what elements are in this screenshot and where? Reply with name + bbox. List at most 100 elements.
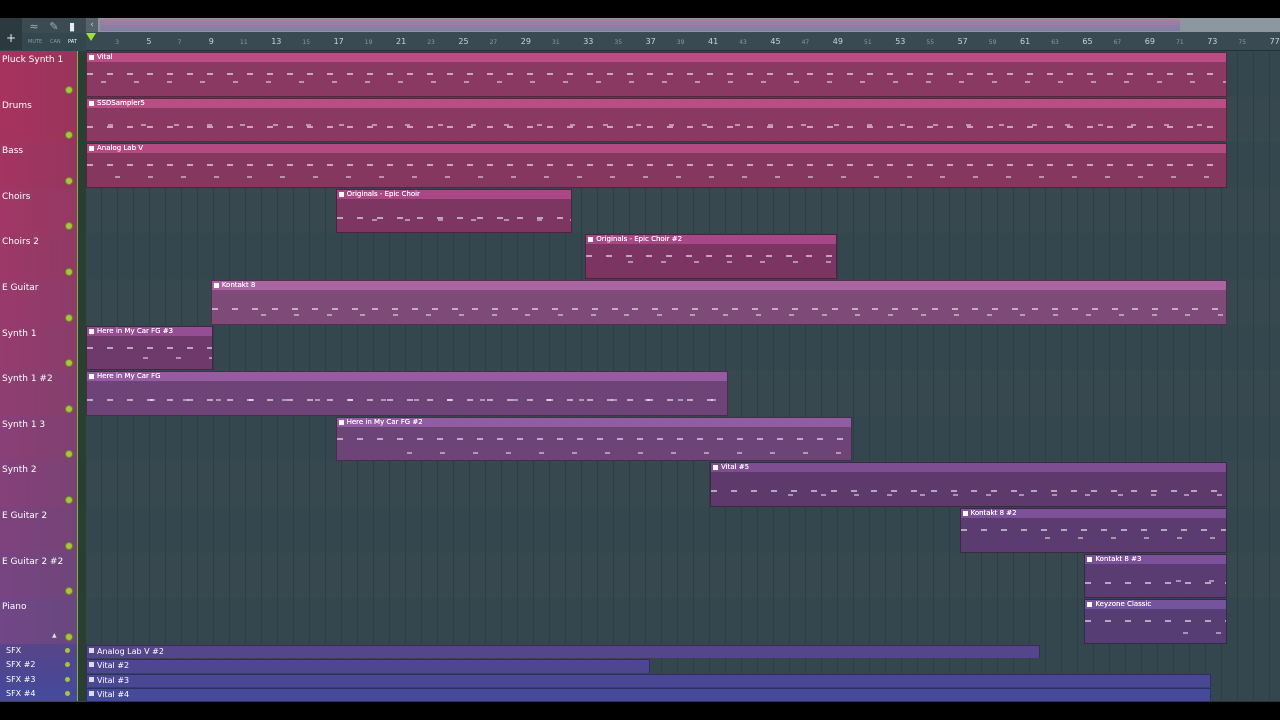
track-strip[interactable] [77,552,86,599]
track-mute-led-icon[interactable] [65,131,73,140]
pattern-clip[interactable]: Here in My Car FG [86,371,728,416]
track-strip[interactable] [77,643,86,659]
track-header[interactable]: Synth 2 [0,461,77,507]
track-header[interactable]: E Guitar 2 [0,507,77,553]
pattern-clip[interactable]: Vital #5 [710,462,1227,507]
track-lane[interactable]: Vital #5 [86,461,1280,508]
track-strip[interactable] [77,187,86,234]
track-mute-led-icon[interactable] [65,676,70,682]
track-strip[interactable] [77,279,86,325]
track-header[interactable]: E Guitar 2 #2 [0,552,77,599]
pattern-clip[interactable]: Analog Lab V #2 [86,644,1040,660]
track-lane[interactable]: Originals - Epic Choir [86,187,1280,235]
mute-mode-label[interactable]: MUTE [28,39,42,45]
track-lane[interactable]: Vital #4 [86,687,1280,702]
pattern-clip[interactable]: Vital #2 [86,659,650,674]
track-mute-led-icon[interactable] [65,313,73,322]
pattern-clip[interactable]: Kontakt 8 [210,280,1227,325]
track-strip[interactable] [77,142,86,188]
pat-mode-label[interactable]: PAT [68,39,77,45]
sfx-track-header[interactable]: SFX #2 [0,658,77,673]
track-mute-led-icon[interactable] [65,450,73,459]
track-lane[interactable]: Here in My Car FG [86,370,1280,417]
track-mute-led-icon[interactable] [65,359,73,368]
track-mute-led-icon[interactable] [65,541,73,550]
track-strip[interactable] [77,324,86,371]
track-strip[interactable] [77,370,86,416]
track-header[interactable]: Piano [0,598,77,644]
track-header[interactable]: Pluck Synth 1 [0,51,77,97]
track-header[interactable]: Drums [0,96,77,143]
playhead-marker-icon[interactable] [86,33,96,41]
track-mute-led-icon[interactable] [65,691,70,696]
track-lane[interactable]: Vital #3 [86,672,1280,688]
pattern-clip[interactable]: Keyzone Classic [1084,599,1227,644]
track-mute-led-icon[interactable] [65,404,73,413]
track-lane[interactable]: Kontakt 8 #2 [86,507,1280,554]
track-strip[interactable] [77,658,86,673]
track-strip[interactable] [77,672,86,687]
sfx-track-header[interactable]: SFX #4 [0,687,77,702]
timeline-ruler[interactable]: 3 5 7 9 11 13 15 17 19 21 23 25 27 29 31 33 35 37 39 41 43 45… [86,33,1280,51]
pattern-clip[interactable]: SSDSampler5 [86,97,1227,143]
pattern-clip[interactable]: Here in My Car FG #3 [86,325,213,371]
track-mute-led-icon[interactable] [65,85,73,94]
track-lane[interactable]: Analog Lab V #2 [86,643,1280,660]
track-lane[interactable]: Vital #2 [86,658,1280,674]
track-mute-led-icon[interactable] [65,495,73,504]
track-lane[interactable]: Originals - Epic Choir #2 [86,233,1280,280]
track-mute-led-icon[interactable] [65,176,73,185]
track-mute-led-icon[interactable] [65,267,73,276]
sfx-track-header[interactable]: SFX [0,643,77,659]
track-header[interactable]: Synth 1 #2 [0,370,77,416]
track-lane[interactable]: Analog Lab V [86,142,1280,189]
scroll-left-arrow-icon[interactable]: ‹ [86,18,98,32]
pattern-clip[interactable]: Kontakt 8 #2 [959,508,1227,553]
pattern-clip[interactable]: Vital #3 [86,673,1212,688]
track-mute-led-icon[interactable] [65,587,73,596]
track-header[interactable]: Bass [0,142,77,188]
track-lane[interactable]: Kontakt 8 [86,279,1280,326]
scrollbar-thumb[interactable] [100,19,1180,31]
pattern-clip[interactable]: Analog Lab V [86,143,1227,188]
track-lane[interactable]: Here in My Car FG #3 [86,324,1280,372]
pattern-clip[interactable]: Kontakt 8 #3 [1084,553,1227,599]
track-strip[interactable] [77,233,86,279]
piano-icon[interactable]: ▮ [64,20,80,33]
collapse-arrow-icon[interactable]: ▲ [52,632,57,639]
bar-number: 25 [458,37,469,46]
track-mute-led-icon[interactable] [65,647,70,653]
track-strip[interactable] [77,96,86,143]
track-header[interactable]: Synth 1 3 [0,415,77,462]
track-mute-led-icon[interactable] [65,662,70,668]
bar-number: 65 [1082,37,1093,46]
track-lane[interactable]: SSDSampler5 [86,96,1280,144]
track-header[interactable]: Synth 1 [0,324,77,371]
track-strip[interactable] [77,461,86,507]
pattern-clip[interactable]: Vital [86,52,1227,97]
track-mute-led-icon[interactable] [65,222,73,231]
track-strip[interactable] [77,415,86,462]
pattern-clip[interactable]: Originals - Epic Choir [335,188,572,234]
track-strip[interactable] [77,598,86,644]
sfx-track-header[interactable]: SFX #3 [0,672,77,687]
track-strip[interactable] [77,51,86,97]
can-mode-label[interactable]: CAN [50,39,61,45]
track-strip[interactable] [77,507,86,553]
add-track-button[interactable]: + [0,18,22,50]
track-mute-led-icon[interactable] [65,632,73,641]
track-lane[interactable]: Keyzone Classic [86,598,1280,645]
track-header[interactable]: Choirs 2 [0,233,77,279]
track-header[interactable]: Choirs [0,187,77,234]
pattern-clip[interactable]: Here in My Car FG #2 [335,416,853,462]
track-header[interactable]: E Guitar [0,279,77,325]
track-strip[interactable] [77,687,86,702]
pattern-clip[interactable]: Vital #4 [86,688,1212,702]
horizontal-scrollbar[interactable] [86,18,1280,32]
track-lane[interactable]: Kontakt 8 #3 [86,552,1280,600]
waveform-icon[interactable]: ≈ [26,20,42,33]
pencil-icon[interactable]: ✎ [46,20,62,33]
track-lane[interactable]: Vital [86,51,1280,98]
pattern-clip[interactable]: Originals - Epic Choir #2 [585,234,837,279]
track-lane[interactable]: Here in My Car FG #2 [86,415,1280,463]
